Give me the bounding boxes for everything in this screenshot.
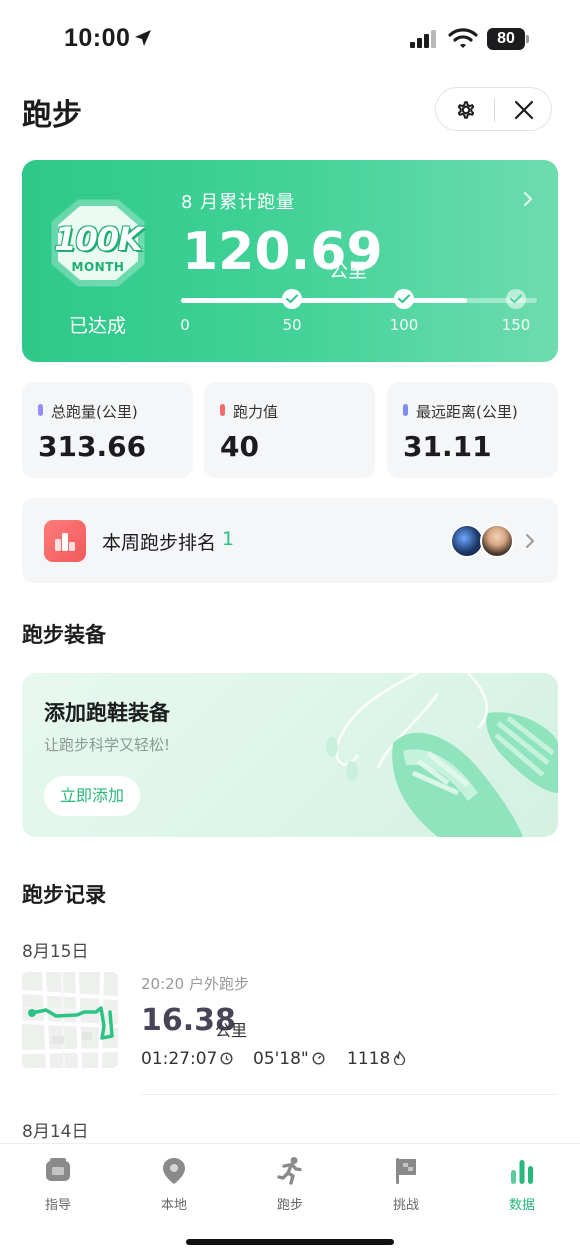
runner-icon <box>277 1157 302 1185</box>
battery-level: 80 <box>487 28 525 50</box>
status-time: 10:00 <box>64 24 131 52</box>
ranking-podium-icon <box>44 520 86 562</box>
stat-label: 总跑量(公里) <box>51 403 138 421</box>
achieved-label: 已达成 <box>69 315 127 337</box>
tab-local[interactable]: 本地 <box>139 1156 209 1213</box>
chevron-right-icon[interactable] <box>522 190 534 208</box>
month-distance-unit: 公里 <box>329 260 368 282</box>
tick-label: 0 <box>180 316 190 334</box>
add-shoes-card[interactable]: 添加跑鞋装备 让跑步科学又轻松! 立即添加 <box>22 673 558 837</box>
milestone-100-check-icon <box>394 289 414 309</box>
progress-fill <box>181 298 468 303</box>
stat-label: 最远距离(公里) <box>416 403 518 421</box>
tick-label: 100 <box>389 316 419 334</box>
tab-label: 跑步 <box>276 1198 303 1213</box>
weekly-ranking-value: 1 <box>222 528 235 550</box>
record-duration: 01:27:07 <box>141 1049 233 1069</box>
gear-icon[interactable] <box>454 98 478 122</box>
status-bar: 10:00 80 <box>0 0 580 78</box>
route-map-thumbnail[interactable] <box>22 972 118 1068</box>
record-time-type: 20:20 户外跑步 <box>141 975 249 993</box>
bar-chart-icon <box>511 1160 533 1184</box>
close-icon[interactable] <box>513 99 535 121</box>
stat-card-running-power[interactable]: 跑力值 40 <box>204 382 375 478</box>
weekly-ranking-row[interactable]: 本周跑步排名 1 <box>22 498 558 583</box>
add-now-button[interactable]: 立即添加 <box>44 776 140 816</box>
record-duration-value: 01:27:07 <box>141 1049 218 1069</box>
record-pace-value: 05'18" <box>253 1049 309 1069</box>
clock-icon <box>220 1052 233 1065</box>
battery-icon: 80 <box>487 28 529 50</box>
stat-card-total-distance[interactable]: 总跑量(公里) 313.66 <box>22 382 193 478</box>
tab-run[interactable]: 跑步 <box>255 1156 325 1213</box>
flag-icon <box>396 1158 416 1184</box>
stat-color-bar <box>220 404 225 416</box>
monthly-distance-card[interactable]: 100K MONTH 已达成 8 月累计跑量 120.69 公里 0 50 10… <box>22 160 558 362</box>
record-pace: 05'18" <box>253 1049 325 1069</box>
tab-label: 挑战 <box>392 1198 419 1213</box>
cellular-signal-icon <box>410 30 436 48</box>
record-calories-value: 1118 <box>347 1049 391 1069</box>
100k-month-badge: 100K MONTH <box>50 198 146 288</box>
section-title-records: 跑步记录 <box>22 883 106 907</box>
record-date: 8月15日 <box>22 942 89 962</box>
location-pin-icon <box>163 1158 185 1184</box>
stat-color-bar <box>38 404 43 416</box>
tab-data[interactable]: 数据 <box>487 1156 557 1213</box>
location-arrow-icon <box>135 30 151 46</box>
tab-challenge[interactable]: 挑战 <box>371 1156 441 1213</box>
record-calories: 1118 <box>347 1049 406 1069</box>
add-shoes-title: 添加跑鞋装备 <box>44 701 170 725</box>
record-divider <box>141 1094 558 1095</box>
friend-avatar <box>450 524 484 558</box>
flame-icon <box>394 1050 406 1066</box>
pace-gauge-icon <box>312 1052 325 1065</box>
stat-value: 313.66 <box>38 430 147 463</box>
milestone-150-check-icon <box>506 289 526 309</box>
stat-color-bar <box>403 404 408 416</box>
badge-title: 100K <box>54 220 143 258</box>
guide-icon <box>46 1158 70 1181</box>
tab-label: 数据 <box>508 1198 535 1213</box>
tab-label: 指导 <box>44 1198 71 1213</box>
month-distance-label: 8 月累计跑量 <box>181 192 296 213</box>
milestone-50-check-icon <box>282 289 302 309</box>
stat-value: 40 <box>220 430 259 463</box>
section-title-equipment: 跑步装备 <box>22 623 106 647</box>
home-indicator <box>186 1239 394 1245</box>
page-title: 跑步 <box>22 98 82 133</box>
running-shoes-illustration <box>326 673 558 837</box>
add-shoes-subtitle: 让跑步科学又轻松! <box>44 736 171 754</box>
stat-label: 跑力值 <box>233 403 279 421</box>
badge-subtitle: MONTH <box>71 260 125 274</box>
tab-label: 本地 <box>160 1198 187 1213</box>
record-distance-unit: 公里 <box>215 1021 248 1040</box>
header-actions <box>435 87 552 131</box>
tick-label: 50 <box>282 316 302 334</box>
stat-value: 31.11 <box>403 430 492 463</box>
tick-label: 150 <box>501 316 531 334</box>
record-date: 8月14日 <box>22 1122 89 1142</box>
stat-card-longest-distance[interactable]: 最远距离(公里) 31.11 <box>387 382 558 478</box>
weekly-ranking-label: 本周跑步排名 <box>102 532 217 554</box>
chevron-right-icon <box>526 534 534 548</box>
friend-avatar <box>480 524 514 558</box>
wifi-icon <box>448 28 478 48</box>
tab-guide[interactable]: 指导 <box>23 1156 93 1213</box>
progress-track <box>181 289 537 309</box>
bottom-tab-bar: 指导 本地 跑步 挑战 数据 <box>0 1143 580 1257</box>
